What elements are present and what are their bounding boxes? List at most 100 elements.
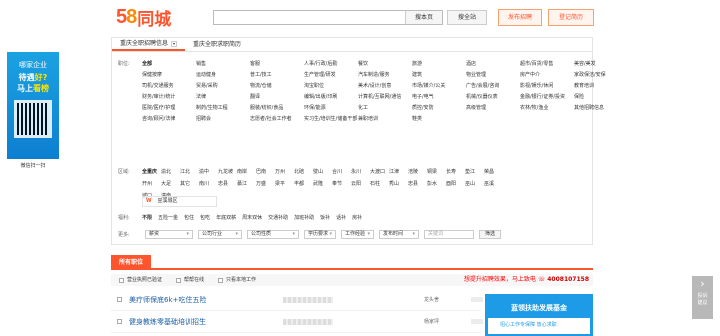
company-type-select[interactable]: 公司性质 ▾: [247, 230, 299, 239]
area-item[interactable]: 巫山: [465, 180, 484, 187]
area-item[interactable]: 渝中: [199, 168, 218, 175]
keyword-input[interactable]: 关键词: [424, 230, 474, 239]
site-logo[interactable]: 58 同城: [116, 6, 171, 30]
position-item[interactable]: 运动健身: [196, 71, 250, 78]
area-item[interactable]: 石柱: [370, 180, 389, 187]
area-item[interactable]: 长寿: [446, 168, 465, 175]
tab-fulltime-jobs[interactable]: 重庆全职招聘信息 ▾: [112, 38, 186, 51]
welfare-item[interactable]: 饭补: [320, 215, 330, 221]
position-item[interactable]: 鞋类: [412, 115, 466, 122]
area-item[interactable]: 涪陵: [408, 168, 427, 175]
position-item[interactable]: 环保/能源: [304, 104, 358, 111]
area-item[interactable]: 丰都: [294, 180, 313, 187]
left-ad-banner[interactable]: 哪家企业 待遇好? 马上看榜: [7, 52, 59, 159]
area-item[interactable]: 南岸: [237, 168, 256, 175]
area-item[interactable]: 大渡口: [370, 168, 389, 175]
position-item[interactable]: 编辑/出版/印刷: [304, 93, 358, 100]
position-item[interactable]: 淘宝职位: [304, 82, 358, 89]
position-item[interactable]: 生产管理/研发: [304, 71, 358, 78]
position-item[interactable]: 服装/纺织/食品: [250, 104, 304, 111]
position-item[interactable]: 美容/美发: [574, 60, 628, 67]
position-item[interactable]: 影视/娱乐/休闲: [520, 82, 574, 89]
tab-resumes[interactable]: 重庆全职求职简历: [185, 38, 249, 51]
area-item[interactable]: 巴南: [256, 168, 275, 175]
job-title[interactable]: 健身教练零基础培训招生: [129, 317, 206, 327]
area-item[interactable]: 其它: [180, 180, 199, 187]
position-item[interactable]: 化工: [358, 104, 412, 111]
area-item[interactable]: 璧山: [313, 168, 332, 175]
area-item[interactable]: 梁平: [275, 180, 294, 187]
welfare-item[interactable]: 五险一金: [158, 215, 178, 221]
position-item[interactable]: 广告/会展/咨询: [466, 82, 520, 89]
area-item[interactable]: 云阳: [351, 180, 370, 187]
job-checkbox[interactable]: [117, 297, 122, 302]
area-item[interactable]: 大足: [161, 180, 180, 187]
position-item[interactable]: 建筑: [412, 71, 466, 78]
position-item[interactable]: 计算机/互联网/通信: [358, 93, 412, 100]
education-select[interactable]: 学历要求 ▾: [304, 230, 336, 239]
area-item[interactable]: 酉阳: [446, 180, 465, 187]
welfare-item[interactable]: 周末双休: [242, 215, 262, 221]
position-item[interactable]: 汽车制造/服务: [358, 71, 412, 78]
position-item[interactable]: 医院/医疗/护理: [142, 104, 196, 111]
welfare-item[interactable]: 不限: [142, 215, 152, 221]
position-item[interactable]: 法律: [196, 93, 250, 100]
area-item[interactable]: 武隆: [313, 180, 332, 187]
position-item[interactable]: 人事/行政/后勤: [304, 60, 358, 67]
area-item[interactable]: 巫溪: [484, 180, 503, 187]
position-item[interactable]: 电子/电气: [412, 93, 466, 100]
area-item[interactable]: 万盛: [256, 180, 275, 187]
area-item[interactable]: 垫江: [465, 168, 484, 175]
position-item[interactable]: 翻译: [250, 93, 304, 100]
position-item[interactable]: 机械/仪器仪表: [466, 93, 520, 100]
job-title[interactable]: 美疗师保底6k+吃住五险: [129, 295, 206, 305]
position-item[interactable]: 酒店: [466, 60, 520, 67]
welfare-item[interactable]: 加班补助: [294, 215, 314, 221]
bangbang-online-checkbox[interactable]: 帮帮在线: [176, 274, 204, 286]
area-item[interactable]: 荣昌: [484, 168, 503, 175]
area-item[interactable]: 江津: [389, 168, 408, 175]
position-item[interactable]: 质控/安防: [412, 104, 466, 111]
area-item[interactable]: 铜梁: [427, 168, 446, 175]
area-item[interactable]: 南川: [199, 180, 218, 187]
position-item[interactable]: 旅游: [412, 60, 466, 67]
area-item[interactable]: 全重庆: [142, 168, 161, 175]
position-item[interactable]: 保健按摩: [142, 71, 196, 78]
register-resume-button[interactable]: 登记简历: [548, 9, 594, 26]
welfare-item[interactable]: 包吃: [200, 215, 210, 221]
search-input[interactable]: [214, 11, 405, 24]
license-verified-checkbox[interactable]: 营业执照已验证: [119, 274, 162, 286]
search-page-button[interactable]: 搜本页: [405, 11, 442, 24]
position-item[interactable]: 咨询/顾问/法律: [142, 115, 196, 122]
position-item[interactable]: 兼职培训: [358, 115, 412, 122]
position-item[interactable]: 其他招聘信息: [574, 104, 628, 111]
area-item[interactable]: 九龙坡: [218, 168, 237, 175]
area-item[interactable]: 合川: [332, 168, 351, 175]
position-item[interactable]: 房产中介: [520, 71, 574, 78]
position-item[interactable]: 司机/交通服务: [142, 82, 196, 89]
local-only-checkbox[interactable]: 只看本地工作: [218, 274, 256, 286]
position-item[interactable]: 农林/牧/渔业: [520, 104, 574, 111]
position-item[interactable]: 制药/生物工程: [196, 104, 250, 111]
job-checkbox[interactable]: [117, 319, 122, 324]
position-item[interactable]: 美术/设计/创意: [358, 82, 412, 89]
search-site-button[interactable]: 搜全站: [447, 10, 487, 25]
experience-select[interactable]: 工作经验 ▾: [341, 230, 374, 239]
position-item[interactable]: 高级管理: [466, 104, 520, 111]
area-item[interactable]: 秀山: [389, 180, 408, 187]
area-item[interactable]: 奉节: [332, 180, 351, 187]
position-item[interactable]: 家政保洁/安保: [574, 71, 628, 78]
area-item[interactable]: 开州: [142, 180, 161, 187]
position-item[interactable]: 客服: [250, 60, 304, 67]
position-item[interactable]: 物流/仓储: [250, 82, 304, 89]
position-item[interactable]: 金融/银行/证券/投资: [520, 93, 574, 100]
position-item[interactable]: 教育培训: [574, 82, 628, 89]
area-item[interactable]: 永川: [351, 168, 370, 175]
filter-button[interactable]: 筛选: [479, 230, 502, 239]
welfare-item[interactable]: 房补: [352, 215, 362, 221]
position-item[interactable]: 全部: [142, 60, 196, 67]
area-item[interactable]: 彭水: [427, 180, 446, 187]
area-item[interactable]: 忠县: [408, 180, 427, 187]
position-item[interactable]: 招聘会: [196, 115, 250, 122]
district-tag[interactable]: W 巫溪城区: [142, 196, 217, 207]
